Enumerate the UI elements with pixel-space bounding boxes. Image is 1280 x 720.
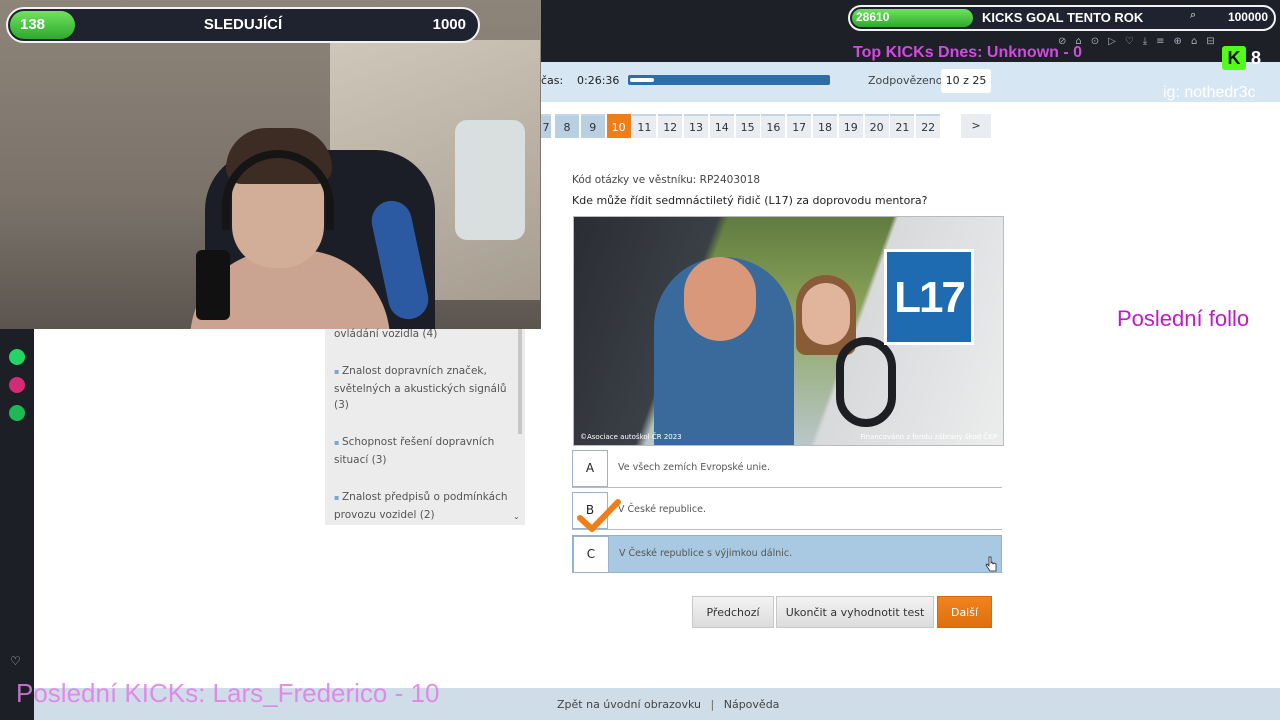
question-code: Kód otázky ve věstníku: RP2403018 [572,174,761,186]
followers-goal-bar: 138 SLEDUJÍCÍ 1000 [6,7,480,43]
answer-letter[interactable]: C [573,536,609,573]
webcam-feed [0,0,541,329]
question-number-7[interactable]: 7 [541,114,551,138]
time-progress-fill [630,78,654,82]
question-text: Kde může řídit sedmnáctiletý řidič (L17)… [572,194,928,207]
previous-button[interactable]: Předchozí [692,596,774,628]
followers-label: SLEDUJÍCÍ [203,16,283,33]
kicks-goal-bar: 28610 KICKS GOAL TENTO ROK 100000 [848,5,1276,31]
answer-option-b[interactable]: B V České republice. [572,492,1002,530]
question-number-14[interactable]: 14 [709,114,734,138]
whatsapp-icon[interactable] [9,349,25,365]
mouse-cursor-icon [985,556,997,572]
question-number-10[interactable]: 10 [606,114,631,138]
last-follower-ticker: Poslední follo [1117,306,1250,331]
image-credit-right: Financováno z fondu zábrany škod ČKP [860,433,997,441]
next-page-button[interactable]: > [961,114,991,138]
topic-item[interactable]: Schopnost řešení dopravních situací (3) [334,434,510,468]
time-progress-bar [628,75,830,85]
question-number-12[interactable]: 12 [658,114,683,138]
question-number-18[interactable]: 18 [813,114,837,138]
answer-option-a[interactable]: A Ve všech zemích Evropské unie. [572,450,1002,488]
home-link[interactable]: Zpět na úvodní obrazovku [557,698,701,711]
l17-badge: L17 [884,249,974,345]
footer-links: Zpět na úvodní obrazovku | Nápověda [557,698,779,711]
image-credit-left: ©Asociace autoškol ČR 2023 [580,433,682,441]
answer-option-c[interactable]: C V České republice s výjimkou dálnic. [572,535,1002,573]
kick-logo-icon: K [1222,46,1246,70]
topic-list: ovládání vozidla (4) Znalost dopravních … [325,326,525,525]
time-label: čas: [541,74,564,87]
question-number-16[interactable]: 16 [761,114,786,138]
last-kicks-ticker: Poslední KICKs: Lars_Frederico - 10 [16,678,440,708]
time-value: 0:26:36 [577,74,620,87]
question-number-8[interactable]: 8 [555,114,579,138]
kick-badge-count: 8 [1251,48,1262,68]
chevron-down-icon[interactable]: ⌄ [513,512,520,521]
spotify-icon[interactable] [9,405,25,421]
topic-item[interactable]: ovládání vozidla (4) [334,326,510,344]
topic-item[interactable]: Znalost dopravních značek, světelných a … [334,363,510,414]
heart-icon[interactable]: ♡ [10,654,21,668]
top-kicks-today: Top KICKs Dnes: Unknown - 0 [853,44,1083,61]
browser-toolbar-icons[interactable]: ⊘⌂⊙▷♡⤓≡⊕⌂⊟ [1058,36,1280,50]
topic-item[interactable]: Znalost předpisů o podmínkách provozu vo… [334,489,510,523]
kicks-goal: 100000 [1227,10,1268,24]
question-number-17[interactable]: 17 [787,114,812,138]
instagram-handle: ig: nothedr3c [1163,84,1256,101]
instagram-icon[interactable] [9,377,25,393]
answered-count: 10 z 25 [941,69,991,93]
end-test-button[interactable]: Ukončit a vyhodnotit test [776,596,934,628]
question-number-11[interactable]: 11 [632,114,657,138]
kicks-label: KICKS GOAL TENTO ROK [982,10,1144,25]
kicks-count: 28610 [856,10,890,24]
answered-label: Zodpovězeno [868,74,943,87]
answer-letter[interactable]: A [572,450,608,487]
question-number-15[interactable]: 15 [735,114,760,138]
next-button[interactable]: Další [937,596,992,628]
question-image: L17 ©Asociace autoškol ČR 2023 Financová… [573,216,1004,446]
question-number-22[interactable]: 22 [916,114,941,138]
answer-text[interactable]: V České republice s výjimkou dálnic. [619,548,792,559]
help-link[interactable]: Nápověda [724,698,780,711]
question-number-21[interactable]: 21 [890,114,915,138]
selected-checkmark-icon [577,499,621,532]
followers-goal: 1000 [432,16,466,33]
answer-text[interactable]: Ve všech zemích Evropské unie. [618,462,770,473]
question-number-9[interactable]: 9 [580,114,605,138]
question-number-13[interactable]: 13 [684,114,708,138]
search-icon[interactable]: ⌕ [1190,8,1202,21]
question-number-19[interactable]: 19 [838,114,863,138]
question-number-20[interactable]: 20 [864,114,889,138]
topic-list-scrollbar[interactable] [518,329,522,434]
answer-text[interactable]: V České republice. [618,504,706,515]
footer-separator: | [710,698,715,711]
